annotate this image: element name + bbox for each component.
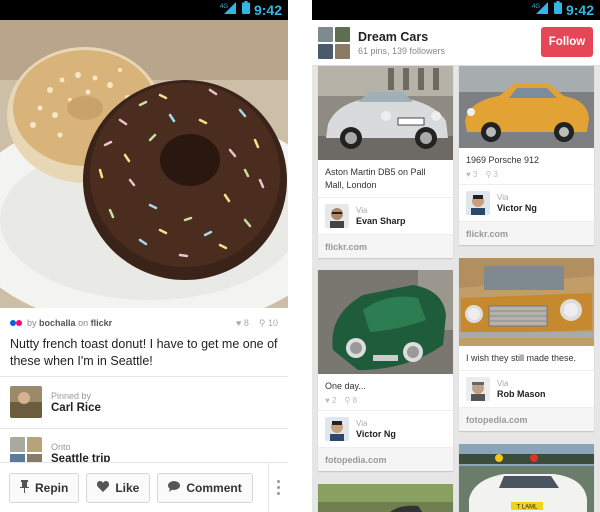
- follow-button[interactable]: Follow: [541, 27, 593, 57]
- clock: 9:42: [565, 2, 594, 18]
- heart-icon: ♥: [236, 317, 242, 328]
- pin-image[interactable]: [318, 270, 453, 374]
- via-row[interactable]: Via Evan Sharp: [318, 197, 453, 234]
- pinned-by-row[interactable]: Pinned by Carl Rice: [10, 386, 101, 418]
- battery-icon: [553, 1, 562, 19]
- repin-count-value: 10: [267, 317, 278, 328]
- pin-description: 1969 Porsche 912: [466, 155, 540, 165]
- pin-card[interactable]: Aston Martin DB5 on Pall Mall, London Vi…: [318, 66, 453, 258]
- clock: 9:42: [253, 2, 282, 18]
- comment-label: Comment: [186, 480, 242, 495]
- via-label: Via: [497, 193, 509, 202]
- repin-count: ⚲ 3: [485, 170, 498, 179]
- pinner-link[interactable]: bochalla: [39, 318, 76, 328]
- like-button[interactable]: Like: [86, 472, 151, 503]
- avatar: [466, 191, 490, 215]
- pin-card[interactable]: [318, 484, 453, 512]
- repin-count: ⚲ 8: [344, 396, 357, 405]
- divider: [0, 376, 288, 377]
- repin-count-value: 3: [493, 170, 498, 179]
- pinned-by-label: Pinned by: [51, 390, 92, 401]
- pin-description: One day...: [325, 381, 366, 391]
- repin-count-value: 8: [352, 396, 357, 405]
- svg-text:4G: 4G: [220, 4, 228, 10]
- pin-image[interactable]: [318, 484, 453, 512]
- like-count: ♥ 8: [236, 318, 249, 329]
- pushpin-icon: [20, 479, 29, 496]
- via-label: Via: [497, 379, 509, 388]
- pin-image[interactable]: [459, 66, 594, 148]
- via-user: Victor Ng: [497, 203, 537, 213]
- board-screen: 4G 9:42 Dream Cars 61 pins, 139 follower…: [312, 0, 600, 512]
- pin-card[interactable]: T LAML: [459, 444, 594, 512]
- pin-source[interactable]: fotopedia.com: [459, 407, 594, 431]
- like-count-value: 2: [331, 396, 337, 405]
- pin-card[interactable]: I wish they still made these. Via Rob Ma…: [459, 258, 594, 431]
- pin-description: Nutty french toast donut! I have to get …: [10, 337, 278, 368]
- via-row[interactable]: Via Victor Ng: [318, 410, 453, 447]
- flickr-icon: [10, 318, 22, 328]
- pin-source[interactable]: flickr.com: [459, 221, 594, 245]
- status-bar: 4G 9:42: [312, 0, 600, 20]
- pin-card[interactable]: One day... ♥ 2 ⚲ 8 Via Victor Ng fotoped…: [318, 270, 453, 471]
- pin-image[interactable]: T LAML: [459, 444, 594, 512]
- heart-icon: [97, 480, 110, 495]
- like-count: ♥ 3: [466, 170, 478, 179]
- like-label: Like: [115, 480, 140, 495]
- board-thumbnail-grid: [318, 26, 350, 59]
- license-plate-text: T LAML: [517, 505, 539, 511]
- pin-image[interactable]: [459, 258, 594, 346]
- pin-detail-screen: 4G 9:42 by bochalla on flickr ♥ 8 ⚲ 10 N…: [0, 0, 288, 512]
- comment-button[interactable]: Comment: [157, 472, 253, 503]
- via-user: Rob Mason: [497, 389, 546, 399]
- pushpin-icon: ⚲: [258, 317, 266, 328]
- avatar: [325, 417, 349, 441]
- pin-source[interactable]: fotopedia.com: [318, 447, 453, 471]
- action-bar: Repin Like Comment: [0, 462, 288, 512]
- divider: [0, 428, 288, 429]
- repin-label: Repin: [35, 480, 69, 495]
- pin-image[interactable]: [318, 66, 453, 160]
- avatar: [10, 386, 42, 418]
- pin-card[interactable]: 1969 Porsche 912 ♥ 3 ⚲ 3 Via Victor Ng f…: [459, 66, 594, 245]
- on-label: on: [78, 318, 89, 328]
- like-count-value: 3: [472, 170, 478, 179]
- repin-button[interactable]: Repin: [9, 472, 80, 503]
- source-link[interactable]: flickr: [91, 318, 113, 328]
- like-count: ♥ 2: [325, 396, 337, 405]
- speech-bubble-icon: [168, 480, 181, 495]
- pin-description: Aston Martin DB5 on Pall Mall, London: [325, 167, 426, 190]
- onto-label: Onto: [51, 441, 71, 452]
- via-user: Evan Sharp: [356, 216, 406, 226]
- pin-counts: ♥ 3 ⚲ 3: [459, 167, 594, 179]
- status-bar: 4G 9:42: [0, 0, 288, 20]
- network-4g-icon: 4G: [532, 1, 550, 19]
- pin-source[interactable]: flickr.com: [318, 234, 453, 258]
- via-row[interactable]: Via Rob Mason: [459, 370, 594, 407]
- like-count-value: 8: [243, 317, 249, 328]
- overflow-menu-icon[interactable]: [268, 462, 288, 512]
- pin-counts: ♥ 8 ⚲ 10: [236, 318, 278, 329]
- network-4g-icon: 4G: [220, 1, 238, 19]
- via-label: Via: [356, 419, 368, 428]
- by-label: by: [27, 318, 37, 328]
- battery-icon: [241, 1, 250, 19]
- pin-image[interactable]: [0, 20, 288, 308]
- repin-count: ⚲ 10: [259, 318, 278, 329]
- board-title: Dream Cars: [358, 29, 429, 44]
- pinned-by-name: Carl Rice: [51, 401, 101, 414]
- svg-text:4G: 4G: [532, 4, 540, 10]
- avatar: [466, 377, 490, 401]
- pin-description: I wish they still made these.: [466, 353, 577, 363]
- avatar: [325, 204, 349, 228]
- board-stats: 61 pins, 139 followers: [358, 45, 446, 56]
- pin-counts: ♥ 2 ⚲ 8: [318, 393, 453, 405]
- via-row[interactable]: Via Victor Ng: [459, 184, 594, 221]
- pin-attribution: by bochalla on flickr ♥ 8 ⚲ 10: [10, 315, 278, 331]
- board-header: Dream Cars 61 pins, 139 followers Follow: [312, 20, 600, 66]
- via-user: Victor Ng: [356, 429, 396, 439]
- pinner-line: by bochalla on flickr: [27, 318, 112, 328]
- via-label: Via: [356, 206, 368, 215]
